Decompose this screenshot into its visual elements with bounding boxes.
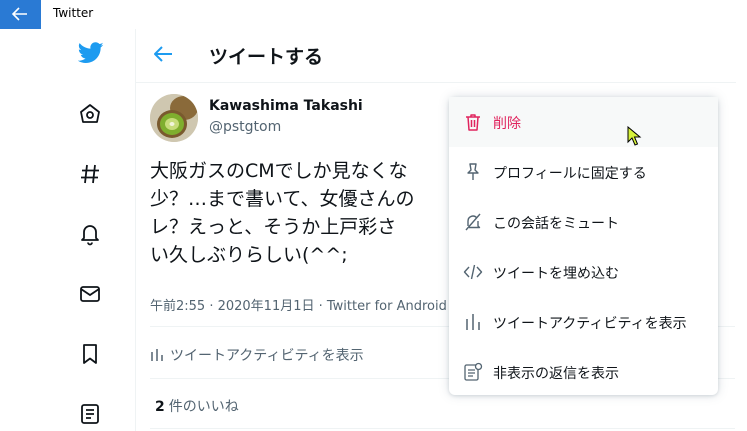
back-arrow-icon xyxy=(11,7,27,21)
hidden-replies-icon xyxy=(464,362,483,381)
mouse-cursor-icon xyxy=(627,126,642,146)
divider xyxy=(150,428,735,429)
likes-count-link[interactable]: 2 件のいいね xyxy=(155,396,239,416)
tweet-text: 大阪ガスのCMでしか見なくな 少？…まで書いて、女優さんの レ？えっと、そうか上… xyxy=(150,160,415,266)
menu-item-label: この会話をミュート xyxy=(493,216,619,232)
window-titlebar: Twitter xyxy=(0,0,747,29)
menu-item-label: 削除 xyxy=(493,116,521,132)
menu-item-delete[interactable]: 削除 xyxy=(449,97,718,147)
notifications-bell-icon[interactable] xyxy=(73,217,107,251)
page-header: ツイートする xyxy=(136,29,736,83)
page-title: ツイートする xyxy=(209,46,324,68)
menu-item-view-hidden-replies[interactable]: 非表示の返信を表示 xyxy=(449,347,718,397)
tweet-author-name[interactable]: Kawashima Takashi xyxy=(209,98,363,114)
view-activity-label: ツイートアクティビティを表示 xyxy=(170,348,364,364)
view-activity-link[interactable]: ツイートアクティビティを表示 xyxy=(150,345,364,365)
back-arrow-icon xyxy=(154,46,172,62)
chart-icon xyxy=(466,314,480,330)
menu-item-label: ツイートを埋め込む xyxy=(493,266,619,282)
likes-label: 件のいいね xyxy=(168,399,239,415)
tweet-author-handle[interactable]: @pstgtom xyxy=(209,119,281,135)
twitter-logo-icon[interactable] xyxy=(73,37,107,71)
menu-item-mute-conversation[interactable]: この会話をミュート xyxy=(449,197,718,247)
lists-icon[interactable] xyxy=(73,397,107,431)
menu-item-embed-tweet[interactable]: ツイートを埋め込む xyxy=(449,247,718,297)
menu-item-label: プロフィールに固定する xyxy=(493,166,647,182)
mute-icon xyxy=(465,213,481,231)
tweet-timestamp[interactable]: 午前2:55 · 2020年11月1日 · Twitter for Androi… xyxy=(150,295,450,314)
pin-icon xyxy=(467,163,479,180)
messages-mail-icon[interactable] xyxy=(73,277,107,311)
menu-item-label: 非表示の返信を表示 xyxy=(493,366,619,382)
likes-count: 2 xyxy=(155,399,165,415)
chart-icon xyxy=(151,349,163,361)
tweet-more-menu: 削除 プロフィールに固定する この会話をミュート ツイートを埋め込む ツイートア… xyxy=(449,97,718,395)
window-back-button[interactable] xyxy=(0,0,41,29)
bookmark-icon[interactable] xyxy=(73,337,107,371)
back-button[interactable] xyxy=(152,43,178,69)
trash-icon xyxy=(466,114,480,131)
explore-hashtag-icon[interactable] xyxy=(73,157,107,191)
code-icon xyxy=(463,264,483,280)
sidebar-nav xyxy=(0,29,136,431)
menu-item-pin-to-profile[interactable]: プロフィールに固定する xyxy=(449,147,718,197)
avatar[interactable] xyxy=(150,94,198,142)
home-icon[interactable] xyxy=(73,97,107,131)
window-title: Twitter xyxy=(53,6,94,20)
menu-item-view-activity[interactable]: ツイートアクティビティを表示 xyxy=(449,297,718,347)
menu-item-label: ツイートアクティビティを表示 xyxy=(493,316,687,332)
